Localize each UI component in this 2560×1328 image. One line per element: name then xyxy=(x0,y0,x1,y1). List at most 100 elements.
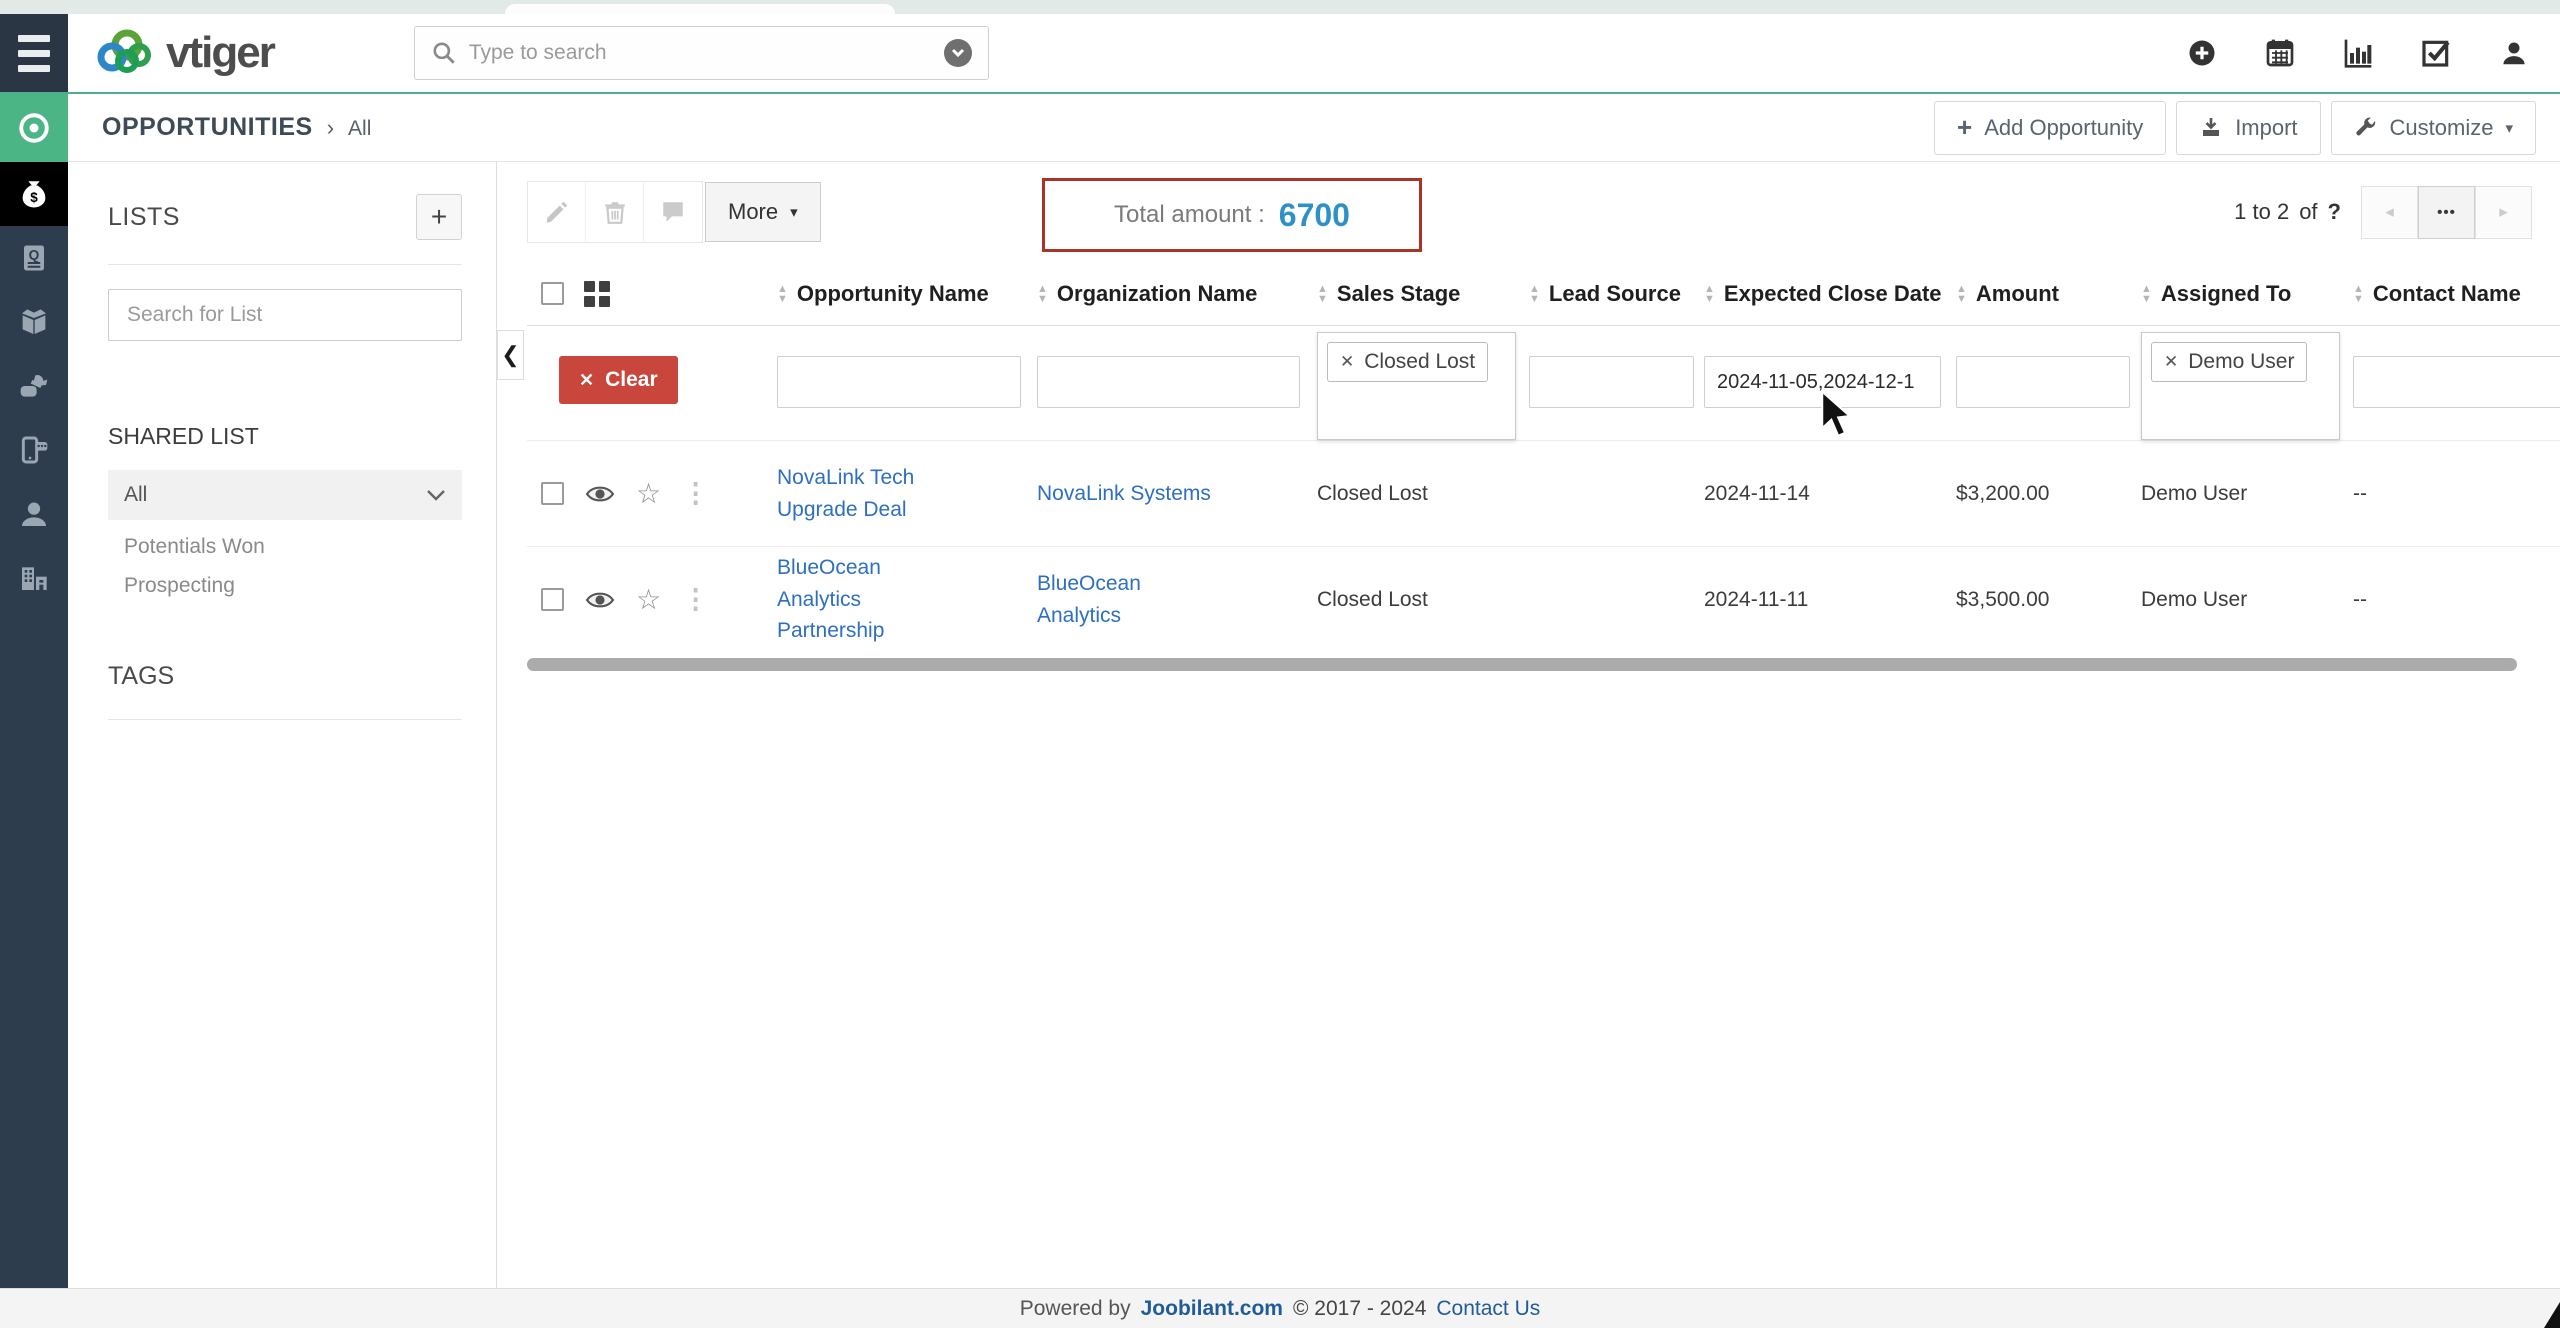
filter-assigned-to-multiselect[interactable]: ✕ Demo User xyxy=(2141,332,2340,440)
trash-icon xyxy=(602,199,628,225)
filter-organization-name-input[interactable] xyxy=(1037,356,1300,408)
prev-page-button[interactable]: ◂ xyxy=(2361,186,2418,239)
star-icon[interactable]: ☆ xyxy=(636,477,661,510)
more-button[interactable]: More ▾ xyxy=(705,182,821,242)
filter-sales-stage-multiselect[interactable]: ✕ Closed Lost xyxy=(1317,332,1516,440)
sort-icon[interactable]: ▲▼ xyxy=(1529,284,1540,304)
star-icon[interactable]: ☆ xyxy=(636,583,661,616)
hamburger-menu-button[interactable] xyxy=(0,14,68,92)
module-organizations-tile[interactable] xyxy=(0,546,68,610)
sort-icon[interactable]: ▲▼ xyxy=(1037,284,1048,304)
copyright-text: © 2017 - 2024 xyxy=(1293,1297,1426,1321)
lists-title: LISTS xyxy=(108,203,180,232)
row-menu-icon[interactable]: ⋮ xyxy=(682,584,709,615)
total-amount-value: 6700 xyxy=(1279,197,1350,234)
sort-icon[interactable]: ▲▼ xyxy=(777,284,788,304)
opportunity-link[interactable]: NovaLink Tech Upgrade Deal xyxy=(777,462,937,525)
close-icon: ✕ xyxy=(579,370,594,391)
module-opportunities-tile[interactable]: $ xyxy=(0,162,68,226)
contact-name-cell: -- xyxy=(2353,584,2560,616)
breadcrumb-module[interactable]: OPPORTUNITIES xyxy=(102,113,313,142)
import-button[interactable]: Import xyxy=(2176,101,2320,155)
edit-button[interactable] xyxy=(528,182,586,242)
module-contacts-tile[interactable] xyxy=(0,482,68,546)
sort-icon[interactable]: ▲▼ xyxy=(1956,284,1967,304)
remove-chip-icon[interactable]: ✕ xyxy=(2164,352,2178,372)
scrollbar-thumb[interactable] xyxy=(527,658,2517,671)
organization-link[interactable]: NovaLink Systems xyxy=(1037,478,1217,510)
calendar-icon[interactable] xyxy=(2264,37,2296,69)
vtiger-logo[interactable]: vtiger xyxy=(94,27,274,79)
hamburger-icon xyxy=(18,35,50,42)
active-module-tile[interactable] xyxy=(0,94,68,162)
column-header-contact-name[interactable]: ▲▼ Contact Name xyxy=(2353,281,2560,307)
sales-stage-cell: Closed Lost xyxy=(1317,478,1529,510)
quick-create-plus-icon[interactable] xyxy=(2186,37,2218,69)
column-header-amount[interactable]: ▲▼ Amount xyxy=(1956,281,2141,307)
column-header-lead-source[interactable]: ▲▼ Lead Source xyxy=(1529,281,1704,307)
footer-brand-link[interactable]: Joobilant.com xyxy=(1141,1297,1283,1321)
filter-lead-source-input[interactable] xyxy=(1529,356,1694,408)
search-input[interactable] xyxy=(469,41,932,65)
preview-eye-icon[interactable] xyxy=(585,483,615,505)
column-header-assigned-to[interactable]: ▲▼ Assigned To xyxy=(2141,281,2353,307)
contact-us-link[interactable]: Contact Us xyxy=(1436,1297,1540,1321)
module-sms-tile[interactable] xyxy=(0,418,68,482)
collapse-panel-button[interactable]: ❮ xyxy=(497,330,524,380)
caret-down-icon: ▾ xyxy=(790,203,798,221)
add-opportunity-button[interactable]: + Add Opportunity xyxy=(1934,101,2166,155)
remove-chip-icon[interactable]: ✕ xyxy=(1340,352,1354,372)
horizontal-scrollbar xyxy=(527,658,2537,672)
filter-amount-input[interactable] xyxy=(1956,356,2130,408)
sidebar-item-potentials-won[interactable]: Potentials Won xyxy=(108,520,462,559)
search-scope-chevron-icon[interactable] xyxy=(944,39,972,67)
phone-chat-icon xyxy=(18,434,50,466)
add-list-button[interactable]: + xyxy=(416,194,462,240)
table-row[interactable]: ☆ ⋮ BlueOcean Analytics Partnership Blue… xyxy=(527,546,2560,652)
organization-link[interactable]: BlueOcean Analytics xyxy=(1037,568,1217,631)
user-profile-icon[interactable] xyxy=(2498,37,2530,69)
opportunity-link[interactable]: BlueOcean Analytics Partnership xyxy=(777,552,937,647)
module-quotes-tile[interactable]: Q xyxy=(0,226,68,290)
opportunities-table: ▲▼ Opportunity Name ▲▼ Organization Name… xyxy=(527,262,2560,652)
shared-list-select[interactable]: All xyxy=(108,470,462,520)
row-checkbox[interactable] xyxy=(541,482,564,505)
tasks-check-icon[interactable] xyxy=(2420,37,2452,69)
sort-icon[interactable]: ▲▼ xyxy=(2141,284,2152,304)
global-search[interactable] xyxy=(414,26,989,80)
comment-button[interactable] xyxy=(644,182,702,242)
select-all-checkbox[interactable] xyxy=(541,282,564,305)
caret-down-icon: ▾ xyxy=(2505,119,2513,137)
filter-expected-close-date-input[interactable] xyxy=(1704,356,1941,408)
row-menu-icon[interactable]: ⋮ xyxy=(682,478,709,509)
customize-button[interactable]: Customize ▾ xyxy=(2331,101,2536,155)
sort-icon[interactable]: ▲▼ xyxy=(2353,284,2364,304)
actionbar-buttons: + Add Opportunity Import Customize ▾ xyxy=(1934,101,2536,155)
grid-view-icon[interactable] xyxy=(584,281,610,307)
next-page-button[interactable]: ▸ xyxy=(2475,186,2532,239)
buildings-icon xyxy=(18,562,50,594)
module-services-tile[interactable] xyxy=(0,354,68,418)
chevron-left-icon: ❮ xyxy=(501,342,519,368)
table-row[interactable]: ☆ ⋮ NovaLink Tech Upgrade Deal NovaLink … xyxy=(527,440,2560,546)
reports-chart-icon[interactable] xyxy=(2342,37,2374,69)
module-products-tile[interactable] xyxy=(0,290,68,354)
filter-opportunity-name-input[interactable] xyxy=(777,356,1021,408)
sidebar-item-prospecting[interactable]: Prospecting xyxy=(108,559,462,598)
delete-button[interactable] xyxy=(586,182,644,242)
footer: Powered by Joobilant.com © 2017 - 2024 C… xyxy=(0,1288,2560,1328)
filter-contact-name-input[interactable] xyxy=(2353,356,2560,408)
column-header-organization-name[interactable]: ▲▼ Organization Name xyxy=(1037,281,1317,307)
row-checkbox[interactable] xyxy=(541,588,564,611)
amount-cell: $3,200.00 xyxy=(1956,478,2141,510)
column-header-sales-stage[interactable]: ▲▼ Sales Stage xyxy=(1317,281,1529,307)
sort-icon[interactable]: ▲▼ xyxy=(1704,284,1715,304)
preview-eye-icon[interactable] xyxy=(585,589,615,611)
page-count-button[interactable]: ••• xyxy=(2418,186,2475,239)
column-header-opportunity-name[interactable]: ▲▼ Opportunity Name xyxy=(777,281,1037,307)
breadcrumb-view[interactable]: All xyxy=(348,117,371,141)
sort-icon[interactable]: ▲▼ xyxy=(1317,284,1328,304)
list-search-input[interactable] xyxy=(108,289,462,341)
clear-filters-button[interactable]: ✕ Clear xyxy=(559,356,678,404)
column-header-expected-close-date[interactable]: ▲▼ Expected Close Date xyxy=(1704,281,1956,307)
